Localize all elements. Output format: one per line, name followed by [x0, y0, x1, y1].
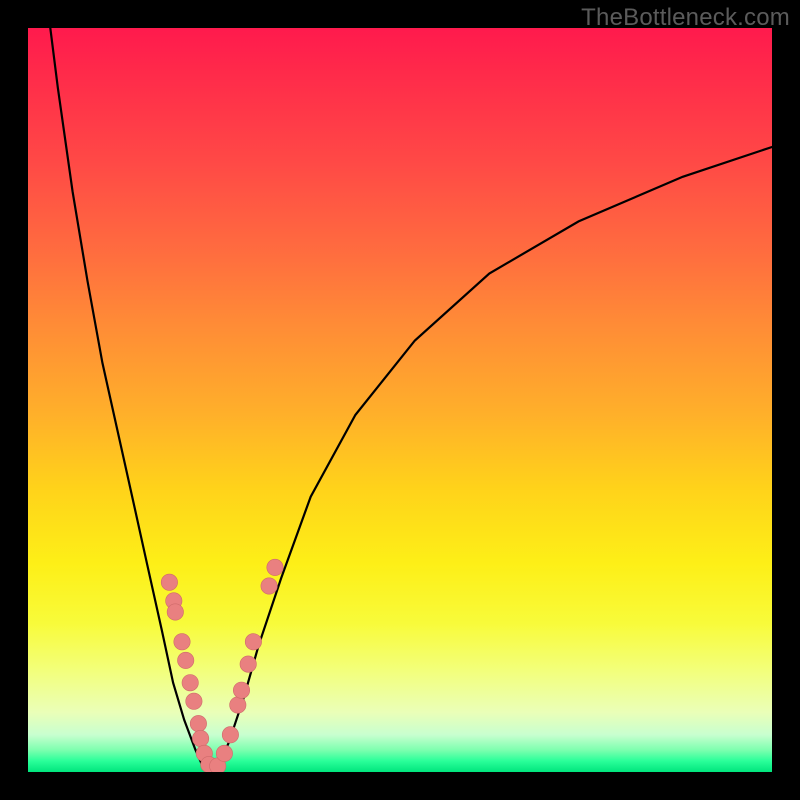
- data-marker: [261, 578, 277, 594]
- watermark-text: TheBottleneck.com: [581, 4, 790, 32]
- data-marker: [174, 634, 190, 650]
- data-marker: [233, 682, 249, 698]
- data-marker: [186, 693, 202, 709]
- data-marker: [230, 697, 246, 713]
- data-marker: [161, 574, 177, 590]
- data-marker: [216, 745, 232, 761]
- data-marker: [167, 604, 183, 620]
- data-marker: [192, 730, 208, 746]
- data-marker: [267, 559, 283, 575]
- data-marker: [222, 727, 238, 743]
- series-bottleneck-curve-right: [218, 147, 772, 768]
- data-marker: [240, 656, 256, 672]
- data-marker: [182, 675, 198, 691]
- data-marker: [178, 652, 194, 668]
- plot-area: [28, 28, 772, 772]
- chart-frame: TheBottleneck.com: [0, 0, 800, 800]
- data-marker: [190, 715, 206, 731]
- bottleneck-curve: [28, 28, 772, 772]
- data-marker: [245, 634, 261, 650]
